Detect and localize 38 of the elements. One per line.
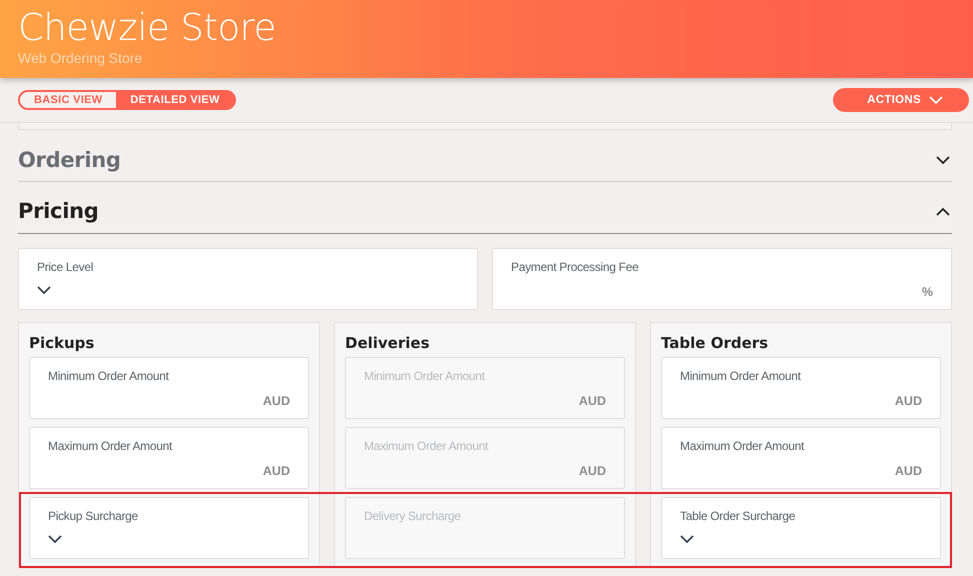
chevron-down-icon[interactable] (936, 156, 950, 164)
chevron-down-icon[interactable] (48, 535, 62, 544)
field-label: Table Order Surcharge (680, 509, 796, 523)
field-label: Maximum Order Amount (364, 439, 488, 453)
unit-label: AUD (894, 464, 922, 478)
unit-label: AUD (894, 394, 922, 408)
section-title[interactable]: Pricing (18, 199, 98, 223)
unit-label: AUD (262, 394, 290, 408)
field-label: Delivery Surcharge (364, 509, 461, 523)
amount-field[interactable]: Minimum Order Amount AUD (661, 357, 941, 419)
unit-label: AUD (578, 464, 606, 478)
column-title: Pickups (29, 333, 94, 353)
store-subtitle: Web Ordering Store (18, 50, 142, 66)
field-label: Minimum Order Amount (364, 369, 485, 383)
column-title: Deliveries (345, 333, 430, 353)
field-label: Minimum Order Amount (680, 369, 801, 383)
dropdown-field[interactable]: Table Order Surcharge (661, 497, 941, 559)
amount-field[interactable]: Maximum Order Amount AUD (661, 427, 941, 489)
unit-label: AUD (262, 464, 290, 478)
field-label: Price Level (37, 260, 94, 274)
amount-field[interactable]: Payment Processing Fee % (492, 248, 952, 310)
amount-field[interactable]: Minimum Order Amount AUD (29, 357, 309, 419)
unit-label: % (922, 285, 933, 299)
unit-label: AUD (578, 394, 606, 408)
chevron-down-icon[interactable] (37, 286, 51, 295)
amount-field[interactable]: Maximum Order Amount AUD (29, 427, 309, 489)
field-label: Minimum Order Amount (48, 369, 169, 383)
store-title: Chewzie Store (18, 5, 276, 50)
chevron-up-icon[interactable] (936, 206, 950, 216)
field-label: Maximum Order Amount (48, 439, 172, 453)
section-title[interactable]: Ordering (18, 148, 121, 172)
dropdown-field[interactable]: Price Level (18, 248, 478, 310)
field-label: Pickup Surcharge (48, 509, 138, 523)
dropdown-field[interactable]: Pickup Surcharge (29, 497, 309, 559)
field-label: Maximum Order Amount (680, 439, 804, 453)
chevron-down-icon[interactable] (680, 535, 694, 544)
field-label: Payment Processing Fee (511, 260, 638, 274)
column-title: Table Orders (661, 333, 768, 353)
